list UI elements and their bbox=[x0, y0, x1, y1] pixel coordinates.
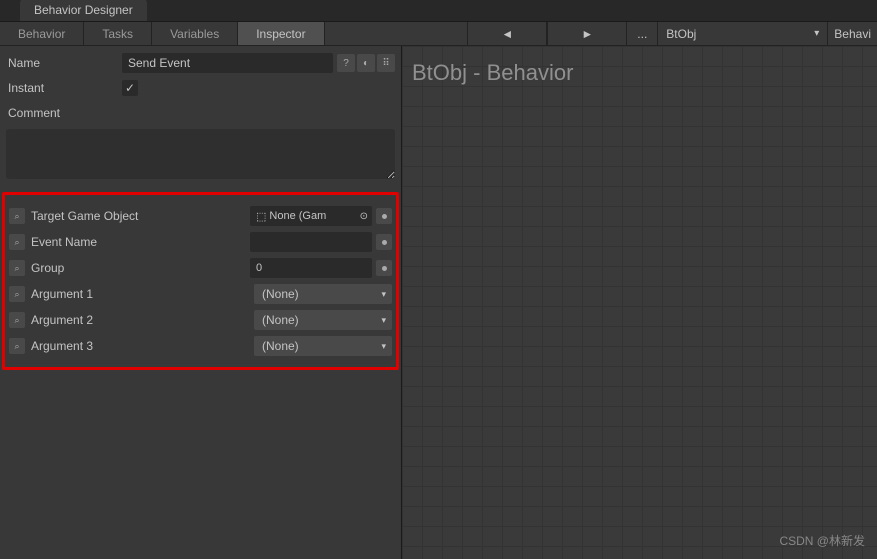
tab-variables[interactable]: Variables bbox=[152, 22, 237, 45]
search-icon[interactable]: ⌕ bbox=[9, 286, 25, 302]
name-label: Name bbox=[6, 56, 122, 70]
help-icon[interactable]: ? bbox=[337, 54, 355, 72]
inspector-panel: Name ? ◐ ⠿ Instant ✓ Comment ⌕ Target Ga… bbox=[0, 46, 402, 559]
group-label: Group bbox=[29, 261, 246, 275]
more-button[interactable]: ... bbox=[627, 27, 657, 41]
toolbar: Behavior Tasks Variables Inspector ◄ ► .… bbox=[0, 22, 877, 46]
argument1-dropdown[interactable]: (None) bbox=[254, 284, 392, 304]
picker-icon[interactable]: ⊙ bbox=[360, 211, 368, 222]
variable-button[interactable] bbox=[376, 260, 392, 276]
instant-checkbox[interactable]: ✓ bbox=[122, 80, 138, 96]
settings-icon[interactable]: ⠿ bbox=[377, 54, 395, 72]
behavior-label: Behavi bbox=[827, 22, 877, 45]
prev-button[interactable]: ◄ bbox=[467, 22, 547, 45]
argument3-dropdown[interactable]: (None) bbox=[254, 336, 392, 356]
canvas[interactable]: BtObj - Behavior Send Event bbox=[402, 46, 877, 559]
contrast-icon[interactable]: ◐ bbox=[357, 54, 375, 72]
argument3-label: Argument 3 bbox=[29, 339, 250, 353]
tab-tasks[interactable]: Tasks bbox=[84, 22, 151, 45]
tab-inspector[interactable]: Inspector bbox=[238, 22, 323, 45]
target-label: Target Game Object bbox=[29, 209, 246, 223]
highlight-box: ⌕ Target Game Object ⬚ None (Gam ⊙ ⌕ Eve… bbox=[2, 192, 399, 370]
object-dropdown[interactable]: BtObj bbox=[657, 22, 827, 45]
titlebar-tab[interactable]: Behavior Designer bbox=[20, 0, 147, 21]
watermark: CSDN @林新发 bbox=[779, 532, 865, 549]
search-icon[interactable]: ⌕ bbox=[9, 260, 25, 276]
comment-textarea[interactable] bbox=[6, 129, 395, 179]
target-object-field[interactable]: ⬚ None (Gam ⊙ bbox=[250, 206, 372, 226]
argument1-label: Argument 1 bbox=[29, 287, 250, 301]
search-icon[interactable]: ⌕ bbox=[9, 208, 25, 224]
divider bbox=[324, 22, 325, 45]
variable-button[interactable] bbox=[376, 234, 392, 250]
event-name-label: Event Name bbox=[29, 235, 246, 249]
argument2-label: Argument 2 bbox=[29, 313, 250, 327]
argument2-dropdown[interactable]: (None) bbox=[254, 310, 392, 330]
titlebar: Behavior Designer bbox=[0, 0, 877, 22]
target-value-text: None (Gam bbox=[269, 210, 326, 222]
play-button[interactable]: ► bbox=[547, 22, 627, 45]
group-input[interactable] bbox=[250, 258, 372, 278]
variable-button[interactable] bbox=[376, 208, 392, 224]
canvas-title: BtObj - Behavior bbox=[412, 60, 573, 86]
tab-behavior[interactable]: Behavior bbox=[0, 22, 83, 45]
search-icon[interactable]: ⌕ bbox=[9, 234, 25, 250]
cube-icon: ⬚ bbox=[256, 210, 266, 223]
comment-label: Comment bbox=[6, 106, 122, 120]
event-name-input[interactable] bbox=[250, 232, 372, 252]
name-input[interactable] bbox=[122, 53, 333, 73]
search-icon[interactable]: ⌕ bbox=[9, 312, 25, 328]
search-icon[interactable]: ⌕ bbox=[9, 338, 25, 354]
instant-label: Instant bbox=[6, 81, 122, 95]
